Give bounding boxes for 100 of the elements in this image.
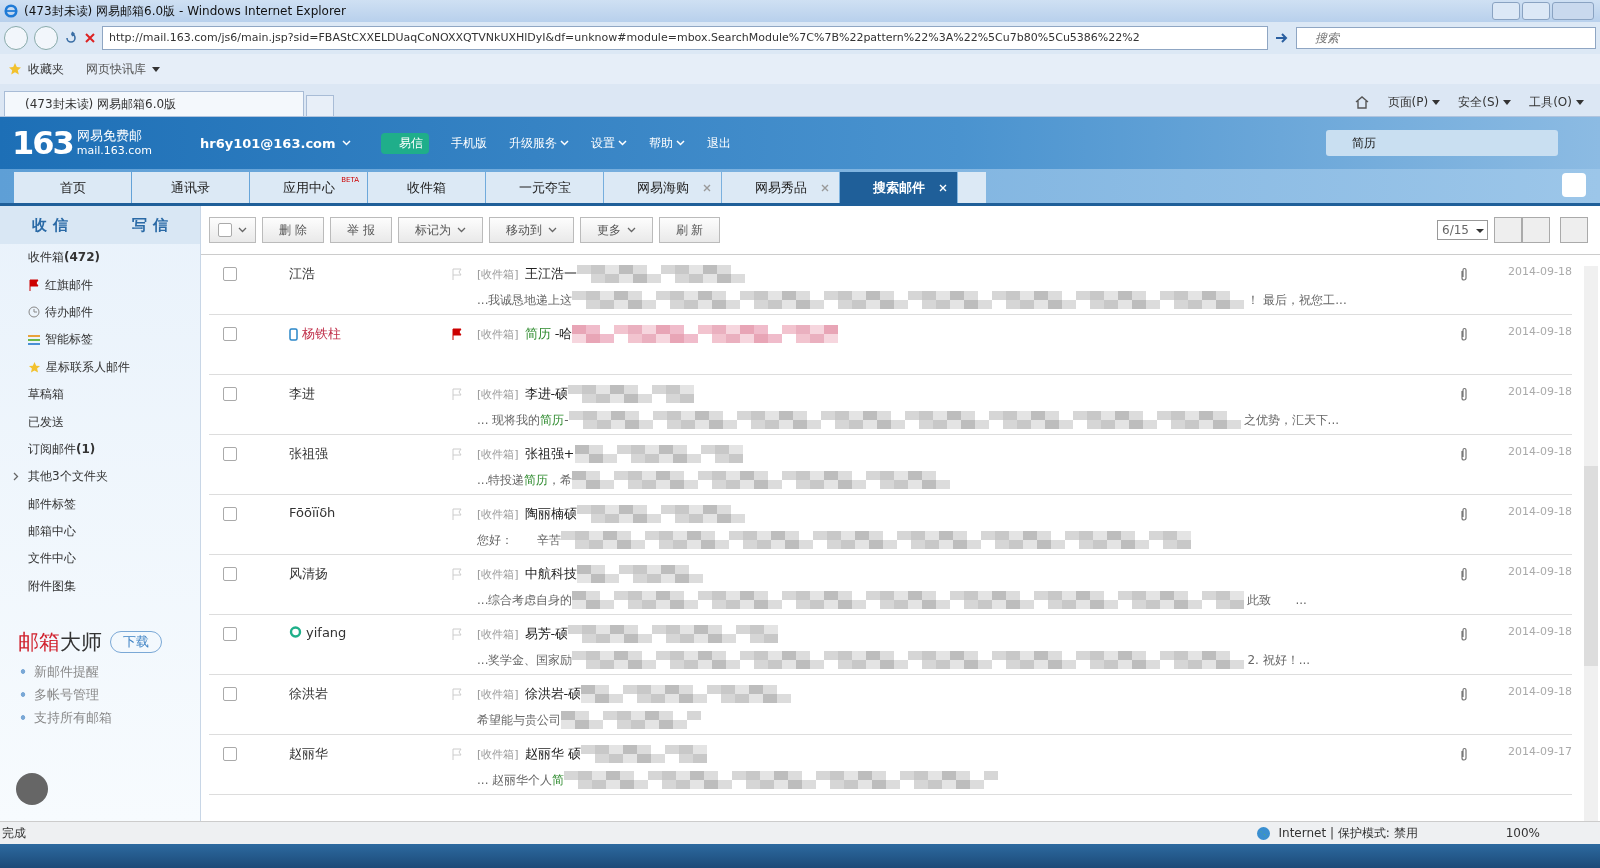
paperclip-icon xyxy=(1460,687,1468,701)
browser-tab[interactable]: (473封未读) 网易邮箱6.0版 xyxy=(4,91,304,116)
home-icon[interactable] xyxy=(1353,95,1370,109)
folder-item[interactable]: 其他3个文件夹 xyxy=(0,463,200,491)
flag-outline-icon[interactable] xyxy=(451,268,463,280)
star-icon[interactable] xyxy=(8,62,22,76)
more-button[interactable] xyxy=(1562,173,1586,197)
select-all-checkbox[interactable] xyxy=(209,217,256,243)
caret-icon[interactable] xyxy=(1576,99,1584,105)
flag-outline-icon[interactable] xyxy=(451,688,463,700)
nav-menu[interactable]: 帮助 xyxy=(648,134,673,152)
row-checkbox[interactable] xyxy=(223,567,237,581)
folder-item[interactable]: 邮件标签 xyxy=(0,490,200,518)
refresh-icon[interactable] xyxy=(64,31,78,45)
toolbar-button[interactable]: 删 除 xyxy=(262,217,324,243)
nav-link[interactable]: 手机版 xyxy=(450,134,487,152)
row-checkbox[interactable] xyxy=(223,387,237,401)
row-checkbox[interactable] xyxy=(223,747,237,761)
mail-subject[interactable]: 徐洪岩-硕 xyxy=(524,685,582,703)
mail-subject[interactable]: 赵丽华 硕 xyxy=(524,745,581,763)
mail-subject[interactable]: 中航科技 xyxy=(524,565,577,583)
caret-icon[interactable] xyxy=(1432,99,1441,105)
compose-button[interactable]: 写 信 xyxy=(100,206,200,244)
toolbar-button[interactable]: 刷 新 xyxy=(658,217,721,243)
mail-tab[interactable]: 搜索邮件 xyxy=(840,172,957,203)
quick-link[interactable]: 网页快讯库 xyxy=(86,60,146,78)
folder-item[interactable]: 附件图集 xyxy=(0,572,200,601)
flag-outline-icon[interactable] xyxy=(451,448,463,460)
caret-icon[interactable] xyxy=(152,66,160,72)
maximize-button[interactable] xyxy=(1522,2,1550,20)
flag-outline-icon[interactable] xyxy=(451,628,463,640)
command-menu[interactable]: 工具(O) xyxy=(1529,93,1572,111)
favorites-button[interactable]: 收藏夹 xyxy=(28,60,64,78)
folder-item[interactable]: 草稿箱 xyxy=(0,380,200,409)
mail-tab[interactable]: 收件箱 xyxy=(368,172,485,203)
folder-item[interactable]: 文件中心 xyxy=(0,545,200,573)
settings-button[interactable] xyxy=(1560,217,1588,243)
nav-menu[interactable]: 设置 xyxy=(590,134,615,152)
folder-item[interactable]: 待办邮件 xyxy=(0,298,200,327)
row-checkbox[interactable] xyxy=(223,627,237,641)
mail-tab[interactable]: 通讯录 xyxy=(132,172,249,203)
chevron-icon[interactable] xyxy=(547,227,557,233)
scrollbar[interactable] xyxy=(1584,266,1598,821)
mail-search-field[interactable]: 简历 xyxy=(1326,130,1558,156)
account-menu[interactable]: hr6y101@163.com xyxy=(200,135,336,151)
address-field[interactable]: http://mail.163.com/js6/main.jsp?sid=FBAStCXXELDUaqCoNOXXQTVNkUXHlDyI&df=unknow#module=mbox.SearchModule%7C%7B%22pattern%22%3A%22%5Cu7b80%5Cu5386%22%2 xyxy=(102,26,1268,50)
mail-subject[interactable]: 王江浩一 xyxy=(524,265,577,283)
mail-subject[interactable]: 简历 -哈 xyxy=(524,325,573,343)
row-checkbox[interactable] xyxy=(223,267,237,281)
zoom-level[interactable]: 100% xyxy=(1505,826,1540,840)
mail-tab[interactable]: 首页 xyxy=(14,172,131,203)
apps-button[interactable] xyxy=(16,773,48,805)
mail-tab[interactable]: 应用中心 $^{BETA}$ xyxy=(250,172,367,203)
mail-subject[interactable]: 李进-硕 xyxy=(524,385,569,403)
new-tab-button[interactable] xyxy=(306,95,334,116)
folder-item[interactable]: 已发送 xyxy=(0,408,200,436)
previous-page-button[interactable] xyxy=(1494,217,1522,243)
command-menu[interactable]: 安全(S) xyxy=(1458,93,1500,111)
stop-icon[interactable] xyxy=(84,32,96,44)
mail-date: 2014-09-18 xyxy=(1507,325,1572,338)
mail-tab[interactable]: 网易秀品 xyxy=(722,172,839,203)
flag-outline-icon[interactable] xyxy=(451,568,463,580)
folder-item[interactable]: 订阅邮件(1) xyxy=(0,435,200,464)
flag-outline-icon[interactable] xyxy=(451,508,463,520)
folder-item[interactable]: 收件箱(472) xyxy=(0,244,200,272)
folder-item[interactable]: 星标联系人邮件 xyxy=(0,353,200,381)
mail-tab[interactable]: 一元夺宝 xyxy=(486,172,603,203)
page-select[interactable]: 6/15 xyxy=(1437,220,1488,240)
flag-icon[interactable] xyxy=(451,328,463,340)
back-button[interactable] xyxy=(4,26,28,50)
folder-item[interactable]: 智能标签 xyxy=(0,326,200,354)
close-button[interactable] xyxy=(1552,2,1594,20)
chevron-icon[interactable] xyxy=(626,227,636,233)
toolbar-button[interactable]: 标记为 xyxy=(397,217,483,243)
mail-subject[interactable]: 易芳-硕 xyxy=(524,625,569,643)
mail-tab[interactable]: 网易海购 xyxy=(604,172,721,203)
nav-menu[interactable]: 升级服务 xyxy=(508,134,557,152)
mail-subject[interactable]: 陶丽楠硕 xyxy=(524,505,577,523)
flag-outline-icon[interactable] xyxy=(451,388,463,400)
toolbar-button[interactable]: 移动到 xyxy=(488,217,574,243)
chevron-icon[interactable] xyxy=(456,227,466,233)
toolbar-button[interactable]: 举 报 xyxy=(329,217,392,243)
minimize-button[interactable] xyxy=(1492,2,1520,20)
flag-outline-icon[interactable] xyxy=(451,748,463,760)
folder-item[interactable]: 红旗邮件 xyxy=(0,271,200,299)
nav-link[interactable]: 退出 xyxy=(706,134,731,152)
row-checkbox[interactable] xyxy=(223,507,237,521)
row-checkbox[interactable] xyxy=(223,687,237,701)
row-checkbox[interactable] xyxy=(223,327,237,341)
toolbar-button[interactable]: 更多 xyxy=(579,217,653,243)
mail-subject[interactable]: 张祖强+ xyxy=(524,445,575,463)
next-page-button[interactable] xyxy=(1522,217,1550,243)
row-checkbox[interactable] xyxy=(223,447,237,461)
chevron-icon[interactable] xyxy=(238,227,247,233)
browser-search-field[interactable]: 搜索 xyxy=(1296,27,1596,49)
caret-icon[interactable] xyxy=(1503,99,1512,105)
folder-item[interactable]: 邮箱中心 xyxy=(0,517,200,546)
forward-button[interactable] xyxy=(34,26,58,50)
command-menu[interactable]: 页面(P) xyxy=(1387,93,1429,111)
receive-button[interactable]: 收 信 xyxy=(0,206,100,244)
